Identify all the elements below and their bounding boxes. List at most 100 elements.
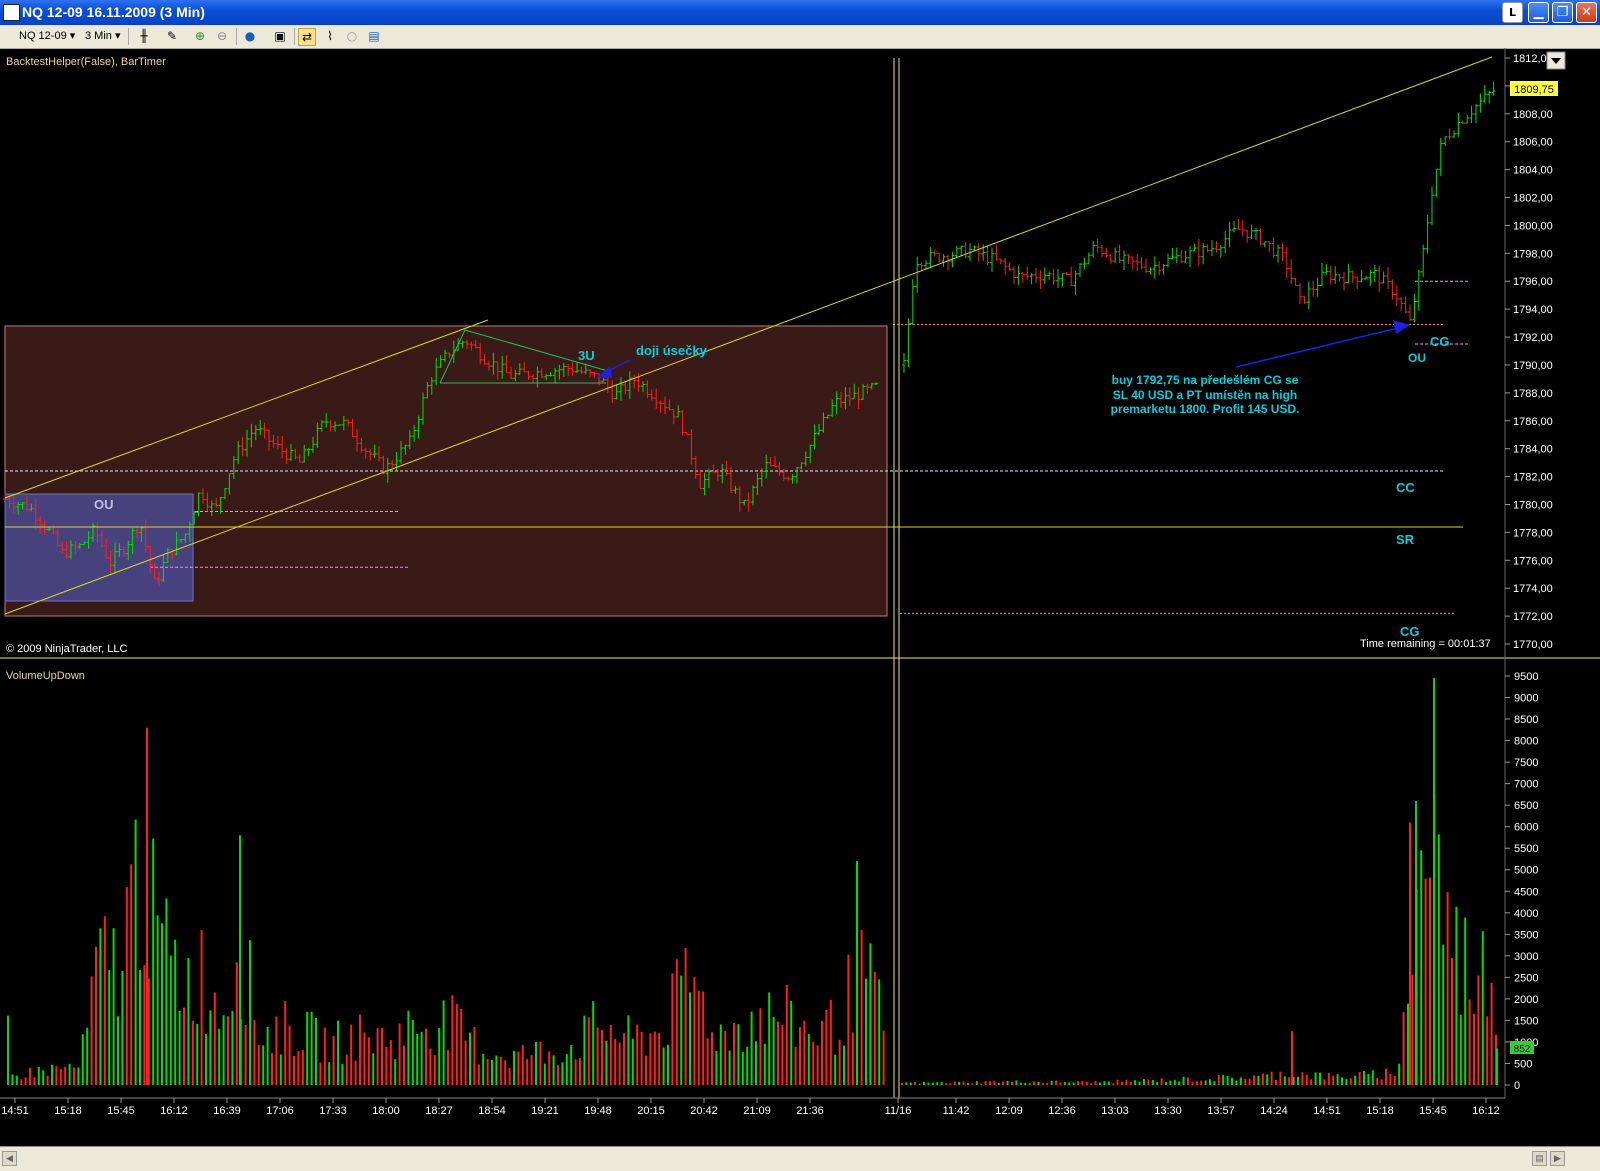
volume-tick-label: 5500 — [1514, 843, 1538, 855]
price-tick-label: 1788,00 — [1513, 388, 1553, 400]
time-tick-label: 15:45 — [1419, 1105, 1447, 1117]
maximize-button[interactable]: ❐ — [1552, 2, 1573, 23]
link-button[interactable]: L — [1502, 2, 1523, 23]
price-tick-label: 1798,00 — [1513, 248, 1553, 260]
time-tick-label: 13:30 — [1154, 1105, 1182, 1117]
volume-tick-label: 2000 — [1514, 994, 1538, 1006]
trade-note-line2: SL 40 USD a PT umístěn na high — [1113, 388, 1297, 402]
cg-top-label: CG — [1430, 334, 1450, 349]
minimize-button[interactable]: ▁ — [1528, 2, 1549, 23]
time-tick-label: 13:03 — [1101, 1105, 1129, 1117]
time-tick-label: 11:42 — [943, 1105, 970, 1117]
properties-icon[interactable]: ▣ — [272, 28, 288, 44]
scroll-right-button[interactable]: ▶ — [1550, 1151, 1565, 1166]
chart-canvas[interactable]: BacktestHelper(False), BarTimer © 2009 N… — [0, 48, 1600, 1146]
volume-tick-label: 4500 — [1514, 886, 1538, 898]
scroll-left-button[interactable]: ◀ — [2, 1151, 17, 1166]
time-tick-label: 18:00 — [372, 1105, 400, 1117]
price-tick-label: 1808,00 — [1513, 109, 1553, 121]
volume-tick-label: 5000 — [1514, 865, 1538, 877]
time-tick-label: 17:06 — [266, 1105, 294, 1117]
time-tick-label: 14:51 — [1313, 1105, 1341, 1117]
bar-type-icon[interactable]: ╫ — [136, 28, 152, 44]
draw-tool-icon[interactable]: ✎ — [164, 28, 180, 44]
price-tick-label: 1776,00 — [1513, 555, 1553, 567]
app-icon — [3, 4, 20, 21]
scroll-thumb[interactable]: ▤ — [1532, 1151, 1547, 1166]
price-axis[interactable]: 1812,001810,001808,001806,001804,001802,… — [1505, 53, 1553, 651]
price-tick-label: 1782,00 — [1513, 472, 1553, 484]
zoom-in-icon[interactable]: ⊕ — [192, 28, 208, 44]
strategy-icon[interactable]: ⇄ — [298, 28, 316, 46]
time-tick-label: 20:42 — [690, 1105, 718, 1117]
time-remaining-text: Time remaining = 00:01:37 — [1360, 638, 1491, 650]
sr-label: SR — [1396, 532, 1415, 547]
volume-tick-label: 8000 — [1514, 736, 1538, 748]
zoom-out-icon[interactable]: ⊖ — [214, 28, 230, 44]
volume-tick-label: 1500 — [1514, 1015, 1538, 1027]
price-tick-label: 1770,00 — [1513, 639, 1553, 651]
circle-icon[interactable]: ○ — [344, 28, 360, 44]
volume-bars — [7, 678, 1498, 1085]
time-tick-label: 15:45 — [107, 1105, 135, 1117]
time-tick-label: 13:57 — [1207, 1105, 1235, 1117]
ou-left-label: OU — [94, 497, 114, 512]
data-box-icon[interactable]: ▤ — [366, 28, 382, 44]
horizontal-scrollbar[interactable]: ◀ ▤ ▶ — [0, 1146, 1600, 1171]
volume-tick-label: 0 — [1514, 1080, 1520, 1092]
time-tick-label: 12:09 — [995, 1105, 1023, 1117]
three-u-label: 3U — [578, 348, 595, 363]
interval-value: 3 Min — [85, 30, 112, 42]
price-tick-label: 1772,00 — [1513, 611, 1553, 623]
volume-axis[interactable]: 9500900085008000750070006500600055005000… — [1505, 671, 1538, 1092]
indicator-icon[interactable]: ⌇ — [322, 28, 338, 44]
volume-tick-label: 4000 — [1514, 908, 1538, 920]
time-tick-label: 17:33 — [319, 1105, 347, 1117]
time-tick-label: 19:21 — [531, 1105, 559, 1117]
volume-tick-label: 3500 — [1514, 929, 1538, 941]
volume-tick-label: 500 — [1514, 1058, 1532, 1070]
price-tick-label: 1778,00 — [1513, 527, 1553, 539]
time-tick-label: 15:18 — [54, 1105, 82, 1117]
instrument-value: NQ 12-09 — [19, 30, 67, 42]
doji-label: doji úsečky — [636, 343, 708, 358]
price-tick-label: 1786,00 — [1513, 416, 1553, 428]
cc-label: CC — [1396, 480, 1415, 495]
globe-icon[interactable]: ● — [242, 28, 258, 44]
price-tick-label: 1774,00 — [1513, 583, 1553, 595]
volume-label: VolumeUpDown — [6, 670, 85, 682]
chart-toolbar: NQ 12-09 ▾ 3 Min ▾ ╫ ✎ ⊕ ⊖ ● ▣ ⇄ ⌇ ○ ▤ — [0, 25, 1600, 49]
price-tick-label: 1802,00 — [1513, 193, 1553, 205]
time-tick-label: 21:36 — [796, 1105, 824, 1117]
cg-bottom-label: CG — [1400, 624, 1420, 639]
time-tick-label: 18:27 — [425, 1105, 453, 1117]
last-volume-text: 852 — [1514, 1044, 1531, 1055]
time-tick-label: 16:39 — [213, 1105, 241, 1117]
price-tick-label: 1790,00 — [1513, 360, 1553, 372]
close-button[interactable]: ✕ — [1576, 2, 1597, 23]
time-tick-label: 18:54 — [478, 1105, 506, 1117]
time-axis[interactable]: 14:51 15:18 15:45 16:12 16:39 17:06 17:33 18:00… — [1, 1098, 1500, 1117]
volume-tick-label: 9000 — [1514, 693, 1538, 705]
price-tick-label: 1794,00 — [1513, 304, 1553, 316]
instrument-select[interactable]: NQ 12-09 ▾ — [16, 28, 78, 44]
trade-arrow-head — [1393, 320, 1410, 334]
time-tick-label: 20:15 — [637, 1105, 665, 1117]
time-tick-label: 14:51 — [1, 1105, 29, 1117]
price-tick-label: 1780,00 — [1513, 499, 1553, 511]
ou-right-label: OU — [1408, 351, 1426, 365]
price-tick-label: 1792,00 — [1513, 332, 1553, 344]
price-tick-label: 1800,00 — [1513, 220, 1553, 232]
trade-note-line1: buy 1792,75 na předešlém CG se — [1112, 373, 1299, 387]
volume-tick-label: 6500 — [1514, 800, 1538, 812]
indicator-label: BacktestHelper(False), BarTimer — [6, 56, 166, 68]
window-title: NQ 12-09 16.11.2009 (3 Min) — [22, 4, 205, 20]
price-tick-label: 1806,00 — [1513, 137, 1553, 149]
time-tick-label: 16:12 — [160, 1105, 188, 1117]
time-tick-label: 11/16 — [885, 1105, 912, 1117]
copyright-text: © 2009 NinjaTrader, LLC — [6, 643, 127, 655]
time-tick-label: 12:36 — [1048, 1105, 1076, 1117]
time-tick-label: 15:18 — [1366, 1105, 1394, 1117]
time-tick-label: 16:12 — [1472, 1105, 1500, 1117]
interval-select[interactable]: 3 Min ▾ — [82, 28, 123, 44]
